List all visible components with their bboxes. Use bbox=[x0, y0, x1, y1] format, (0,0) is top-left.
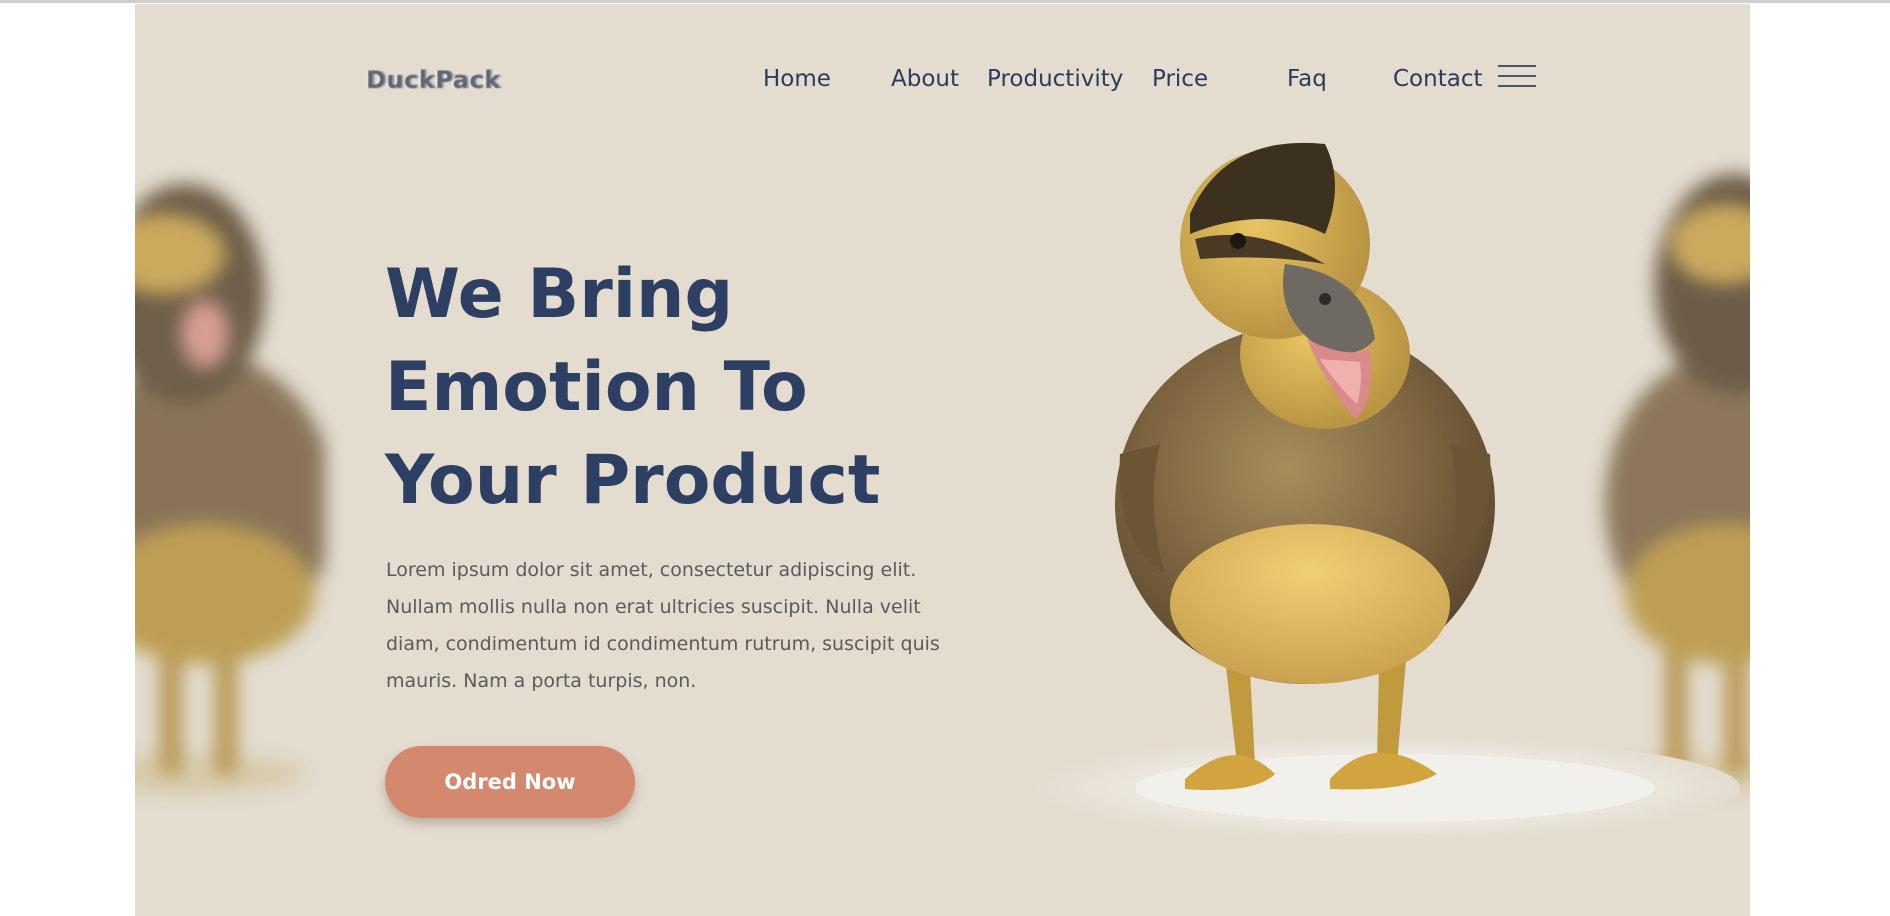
duckling-image bbox=[1030, 142, 1740, 840]
hero-section: DuckPack Home About Productivity Price F… bbox=[135, 4, 1750, 916]
headline-line-2: Emotion To bbox=[385, 348, 808, 427]
nav-link-price[interactable]: Price bbox=[1152, 66, 1208, 92]
hamburger-menu-icon[interactable] bbox=[1498, 63, 1536, 89]
hero-description: Lorem ipsum dolor sit amet, consectetur … bbox=[386, 559, 940, 692]
nav-link-contact[interactable]: Contact bbox=[1393, 66, 1482, 92]
order-now-button[interactable]: Odred Now bbox=[385, 746, 635, 818]
brand-logo[interactable]: DuckPack bbox=[366, 66, 501, 94]
nav-link-productivity[interactable]: Productivity bbox=[987, 66, 1123, 92]
nav-link-faq[interactable]: Faq bbox=[1287, 66, 1327, 92]
browser-top-border bbox=[0, 0, 1890, 3]
hero-headline: We Bring Emotion To Your Product bbox=[385, 248, 1025, 527]
headline-line-3: Your Product bbox=[385, 441, 881, 520]
headline-line-1: We Bring bbox=[385, 255, 734, 334]
nav-link-home[interactable]: Home bbox=[763, 66, 831, 92]
blurred-duck-left-image bbox=[135, 184, 325, 794]
nav-link-about[interactable]: About bbox=[891, 66, 959, 92]
